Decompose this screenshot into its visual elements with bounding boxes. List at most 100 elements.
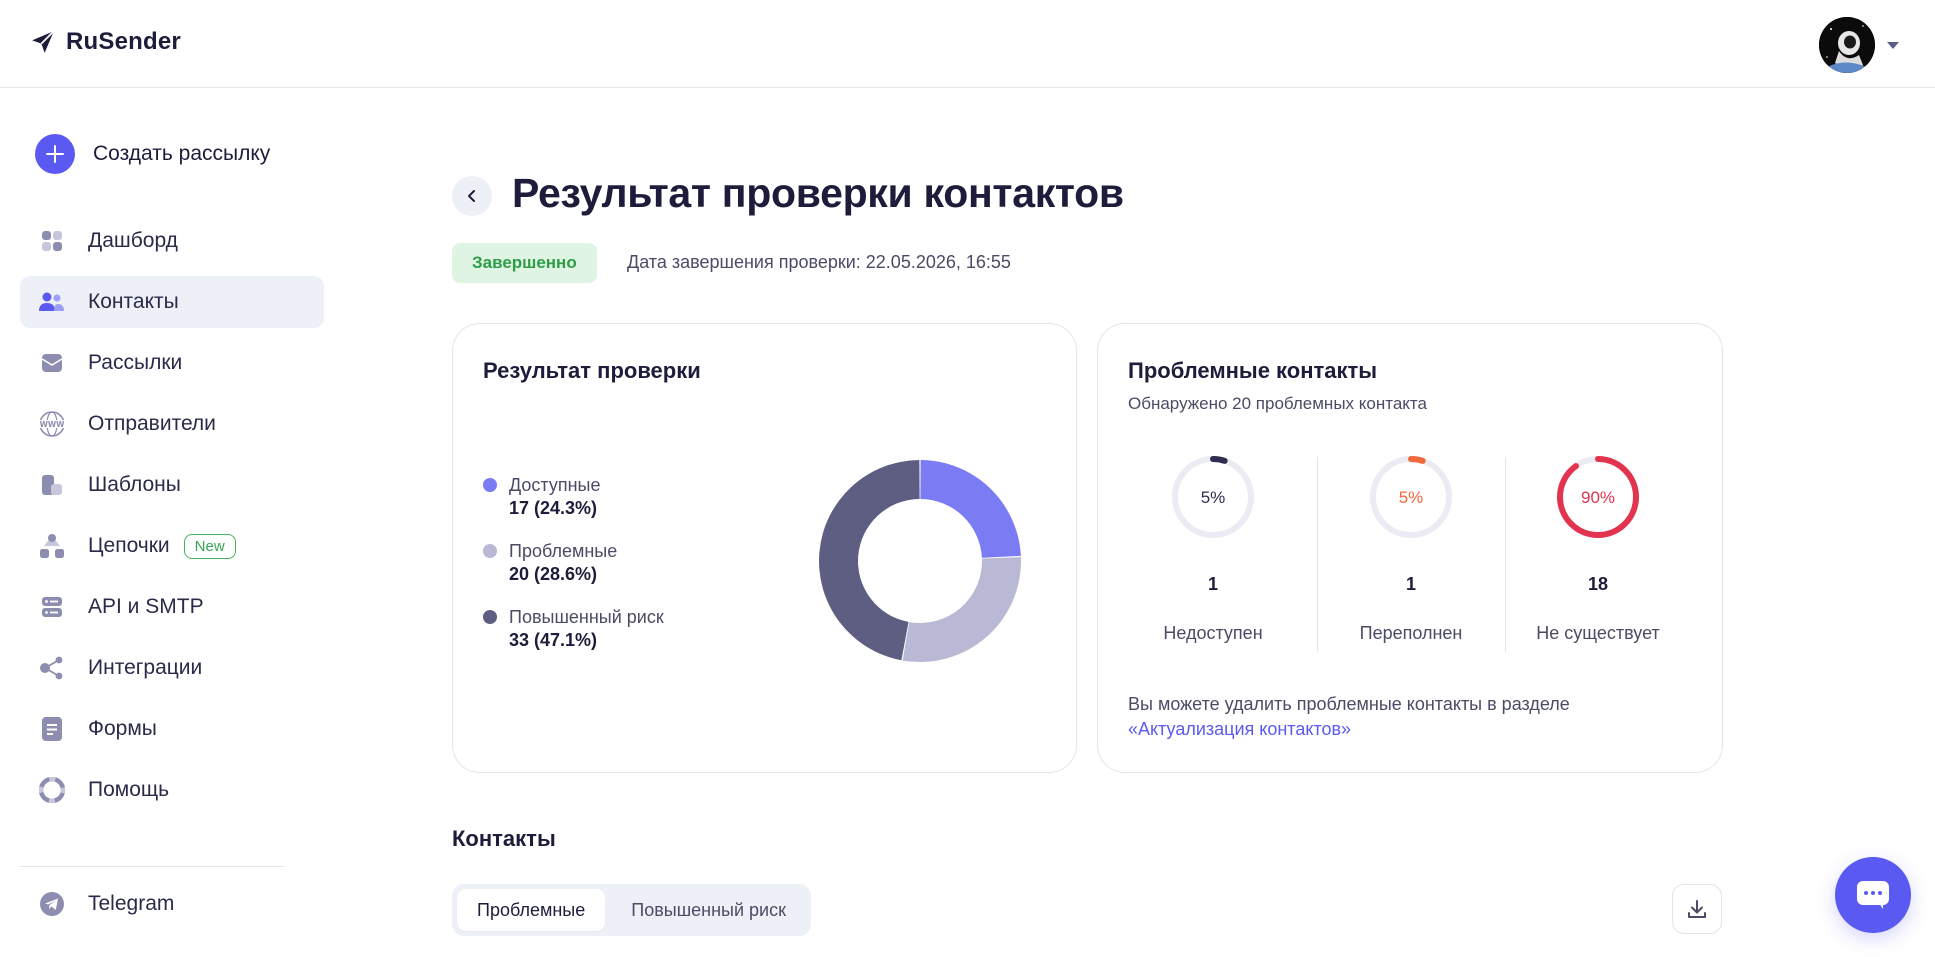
legend-item-high-risk: Повышенный риск 33 (47.1%) [483,606,664,652]
legend-name: Доступные [509,475,601,495]
tab-high-risk[interactable]: Повышенный риск [611,889,806,931]
create-mailing-button[interactable]: Создать рассылку [35,134,270,174]
donut-slice-3 [819,460,920,661]
progress-ring: 5% [1370,456,1452,538]
integrations-icon [38,654,66,682]
tab-problem[interactable]: Проблемные [457,889,606,931]
forms-icon [38,715,66,743]
metric-count: 1 [1207,574,1218,594]
metric-count: 18 [1587,574,1609,594]
sidebar-item-dashboard[interactable]: Дашборд [20,215,324,267]
legend-value: 33 (47.1%) [509,630,598,650]
user-menu[interactable] [1819,17,1899,73]
metric-divider [1317,457,1318,652]
download-button[interactable] [1672,884,1722,934]
sidebar-item-label: Отправители [88,412,216,435]
telegram-icon [38,890,66,918]
legend-value: 20 (28.6%) [509,564,598,584]
sidebar-item-templates[interactable]: Шаблоны [20,459,324,511]
cleanup-note: Вы можете удалить проблемные контакты в … [1128,692,1688,742]
page-title: Результат проверки контактов [512,170,1124,216]
mailings-icon [38,349,66,377]
sidebar-item-chains[interactable]: Цепочки New [20,520,324,572]
legend-dot [483,610,497,624]
actualization-link[interactable]: «Актуализация контактов» [1128,719,1351,739]
svg-text:WWW: WWW [40,420,66,429]
sidebar-item-label: Формы [88,717,157,740]
sidebar: Создать рассылку Дашборд Контакты Рассыл… [0,88,340,957]
legend-item-problem: Проблемные 20 (28.6%) [483,540,617,586]
www-icon: WWW [38,410,66,438]
donut-slice-2 [902,557,1021,662]
server-icon [38,593,66,621]
sidebar-item-label: Интеграции [88,656,203,679]
legend-dot [483,544,497,558]
ring-percent-label: 5% [1201,488,1226,507]
result-card: Результат проверки Доступные 17 (24.3%) … [452,323,1077,773]
metric-label: Не существует [1536,623,1660,643]
donut-slice-1 [920,460,1021,558]
metric-divider [1505,457,1506,652]
metric-unavailable: 5% 1 Недоступен [1128,454,1298,654]
help-icon [38,776,66,804]
chains-icon [38,532,66,560]
ring-percent-label: 90% [1581,488,1615,507]
back-button[interactable] [452,176,492,216]
legend-dot [483,478,497,492]
problem-card-title: Проблемные контакты [1128,358,1378,383]
ring-percent-label: 5% [1399,488,1424,507]
chat-button[interactable] [1835,857,1911,933]
contacts-tabs: Проблемные Повышенный риск [452,884,811,936]
top-bar: RuSender [0,0,1935,88]
sidebar-item-integrations[interactable]: Интеграции [20,642,324,694]
sidebar-item-mailings[interactable]: Рассылки [20,337,324,389]
paper-plane-icon [32,30,55,53]
sidebar-item-forms[interactable]: Формы [20,703,324,755]
result-donut-chart [819,460,1021,662]
progress-ring: 5% [1172,456,1254,538]
avatar[interactable] [1819,17,1875,73]
legend-name: Проблемные [509,541,618,561]
note-text: Вы можете удалить проблемные контакты в … [1128,694,1570,714]
metric-count: 1 [1405,574,1416,594]
logo[interactable]: RuSender [30,28,181,56]
problem-contacts-card: Проблемные контакты Обнаружено 20 пробле… [1097,323,1723,773]
completion-date: Дата завершения проверки: 22.05.2026, 16… [627,252,1011,272]
metric-nonexistent: 90% 18 Не существует [1513,454,1683,654]
sidebar-item-label: Контакты [88,290,179,313]
legend-item-available: Доступные 17 (24.3%) [483,474,601,520]
result-card-title: Результат проверки [483,358,701,383]
sidebar-item-label: Шаблоны [88,473,181,496]
sidebar-item-label: API и SMTP [88,595,204,618]
contacts-icon [38,288,66,316]
metric-label: Недоступен [1163,623,1263,643]
metric-label: Переполнен [1359,623,1463,643]
chat-icon [1857,881,1889,909]
chevron-down-icon[interactable] [1887,41,1899,49]
legend-value: 17 (24.3%) [509,498,598,518]
create-mailing-label: Создать рассылку [93,142,271,165]
metric-overflow: 5% 1 Переполнен [1326,454,1496,654]
sidebar-item-telegram[interactable]: Telegram [20,878,324,930]
sidebar-item-senders[interactable]: WWW Отправители [20,398,324,450]
sidebar-item-label: Telegram [88,892,175,915]
astronaut-avatar-icon [1819,17,1875,73]
legend-name: Повышенный риск [509,607,664,627]
dashboard-icon [38,227,66,255]
chevron-left-icon [468,190,475,202]
sidebar-item-contacts[interactable]: Контакты [20,276,324,328]
sidebar-item-help[interactable]: Помощь [20,764,324,816]
plus-icon [35,134,75,174]
progress-ring: 90% [1557,456,1639,538]
new-badge: New [183,533,236,559]
sidebar-item-api-smtp[interactable]: API и SMTP [20,581,324,633]
status-badge: Завершенно [452,243,597,283]
sidebar-divider [20,866,284,867]
sidebar-item-label: Помощь [88,778,170,801]
app-name: RuSender [66,28,181,55]
sidebar-item-label: Дашборд [88,229,178,252]
problem-card-subtitle: Обнаружено 20 проблемных контакта [1128,394,1427,413]
templates-icon [38,471,66,499]
download-icon [1688,900,1706,918]
sidebar-item-label: Рассылки [88,351,183,374]
